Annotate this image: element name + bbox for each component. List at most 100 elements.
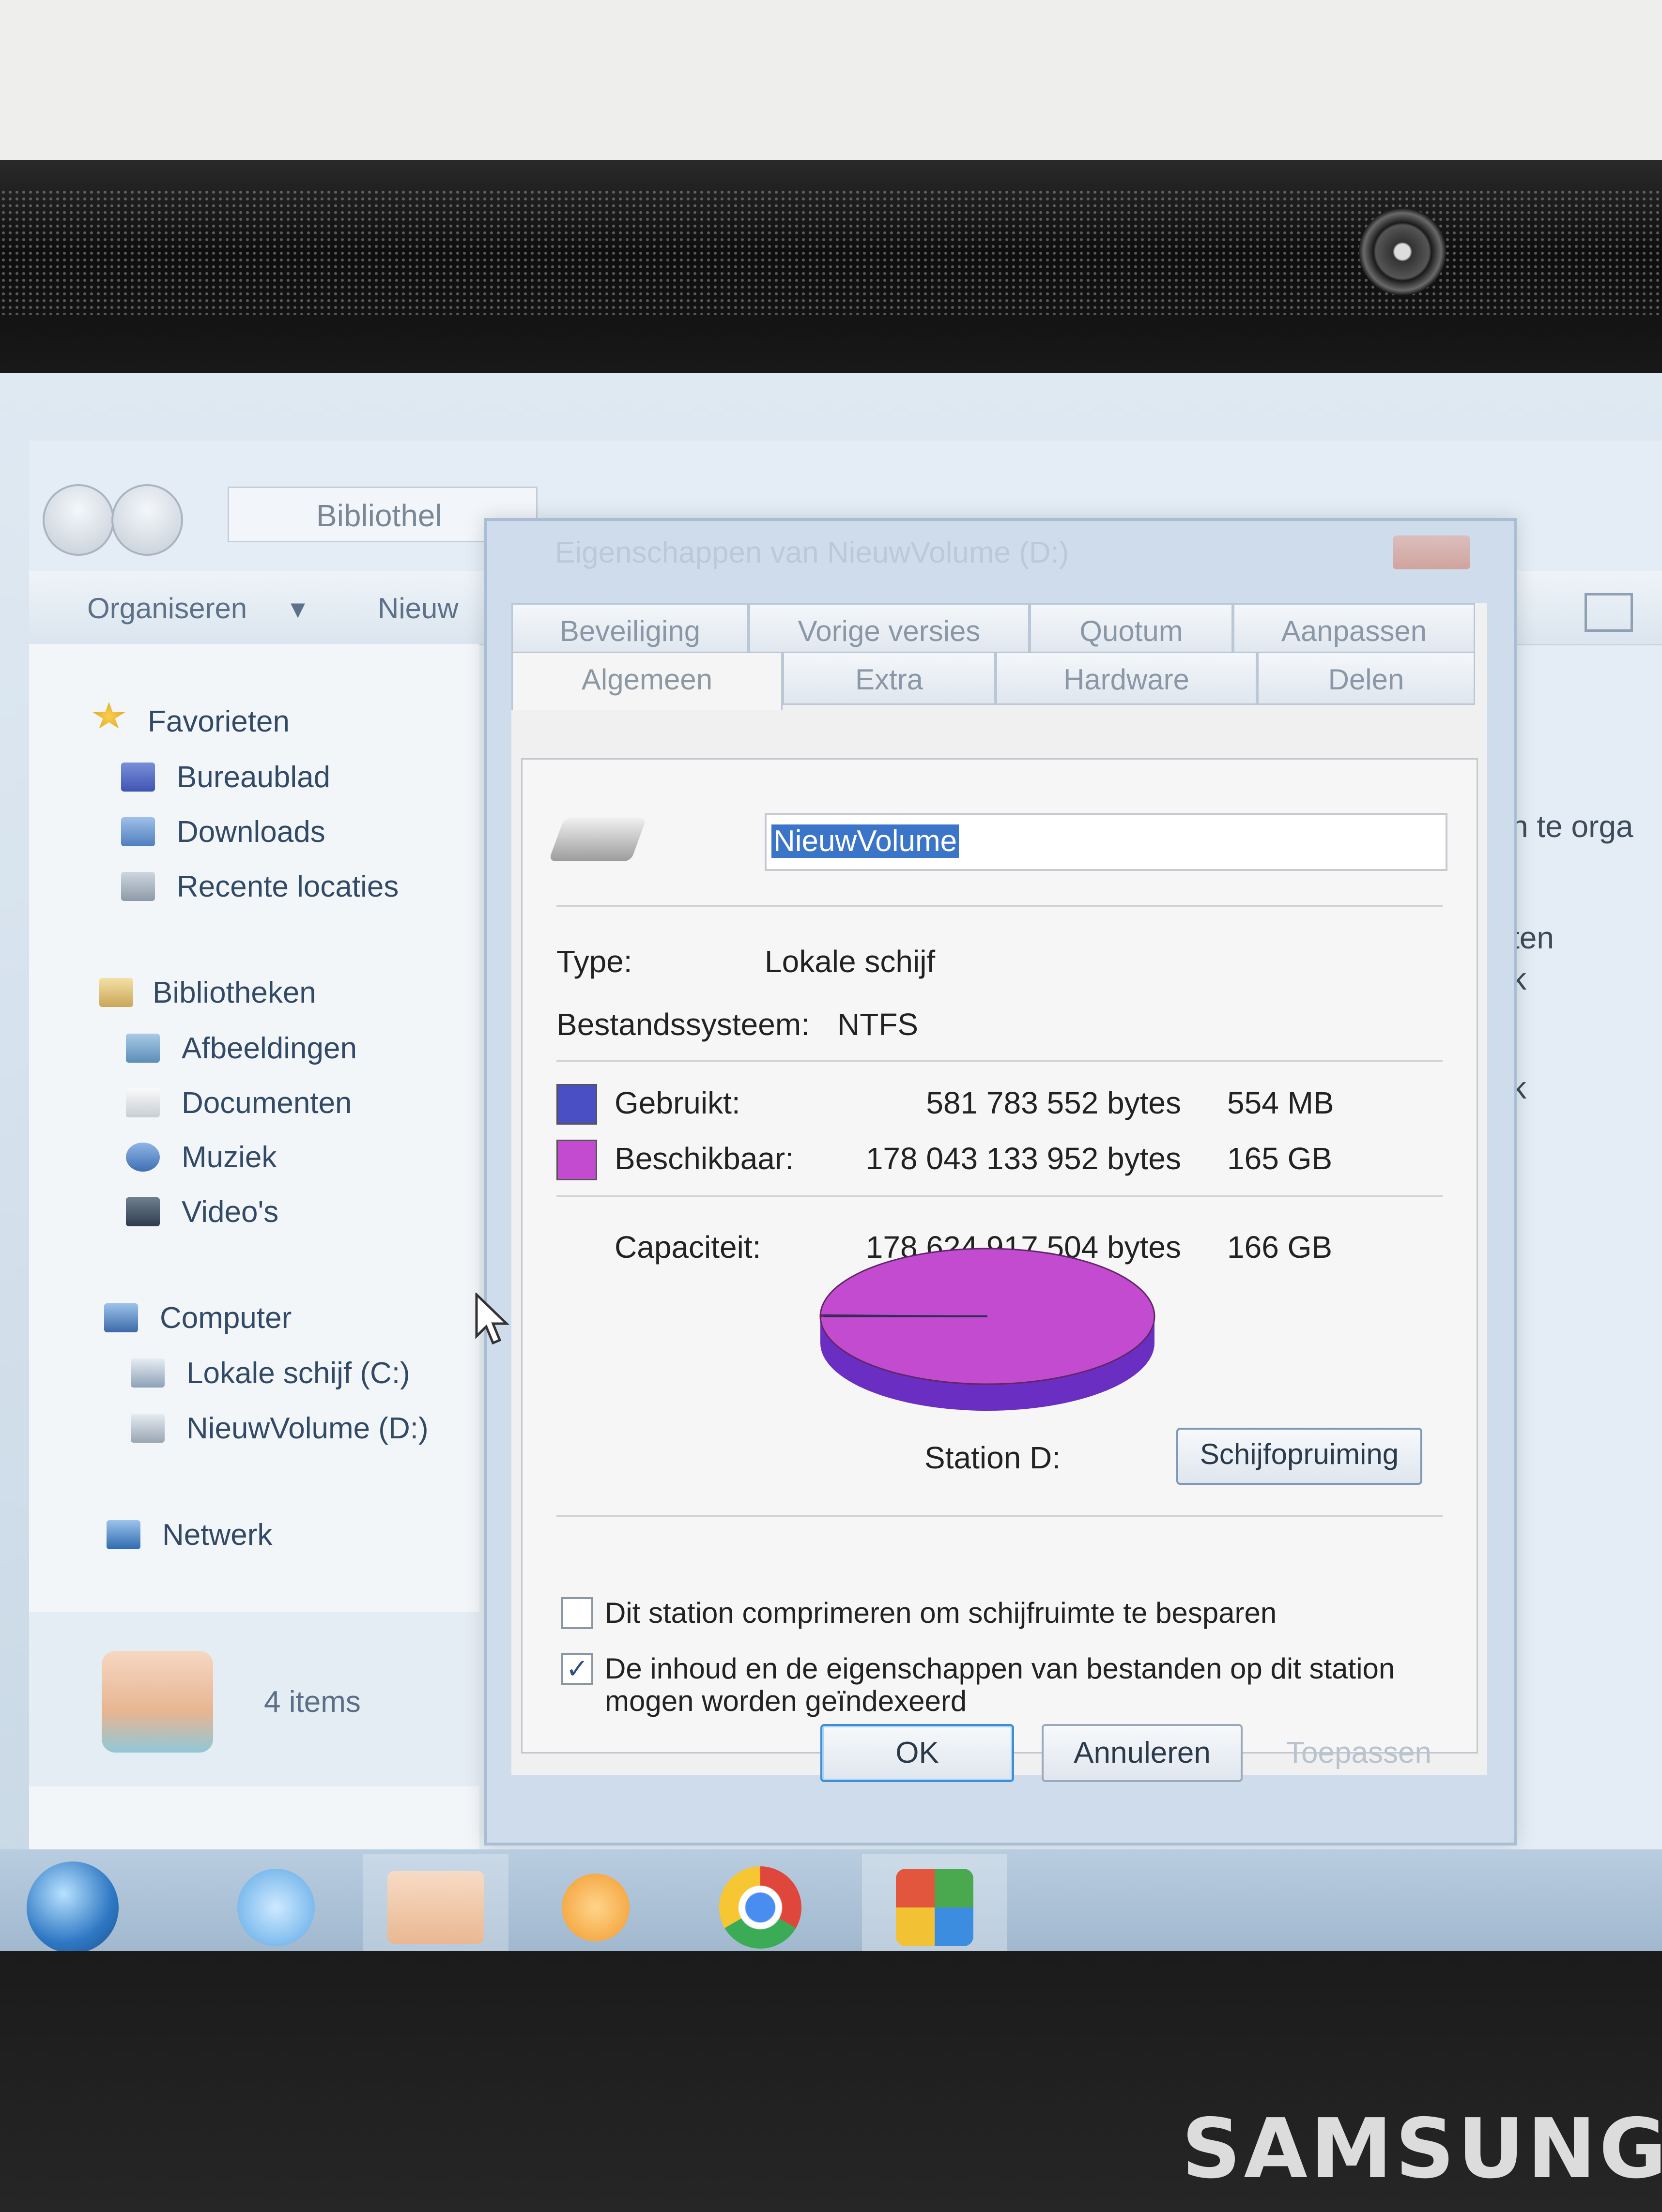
- screen: Bibliothel Organiseren ▾ Nieuw Favoriete…: [0, 373, 1662, 1966]
- index-label-line-2: mogen worden geïndexeerd: [605, 1685, 967, 1717]
- content-text-fragment: ten: [1511, 920, 1554, 955]
- index-label-line-1: De inhoud en de eigenschappen van bestan…: [605, 1652, 1395, 1685]
- details-pane: 4 items: [29, 1612, 479, 1786]
- tab-quota[interactable]: Quotum: [1030, 603, 1233, 656]
- new-folder-button[interactable]: Nieuw: [378, 592, 459, 625]
- free-label: Beschikbaar:: [615, 1141, 794, 1176]
- downloads-icon: [121, 817, 155, 846]
- compress-label: Dit station comprimeren om schijfruimte …: [605, 1597, 1277, 1629]
- filesystem-label: Bestandssysteem:: [556, 1007, 810, 1042]
- used-color-swatch: [556, 1084, 597, 1125]
- free-bytes: 178 043 133 952 bytes: [865, 1141, 1181, 1176]
- recent-places-icon: [121, 872, 155, 901]
- library-folder-icon: [102, 1651, 213, 1753]
- apply-button[interactable]: Toepassen: [1262, 1724, 1456, 1782]
- tab-sharing[interactable]: Delen: [1257, 652, 1475, 705]
- back-button[interactable]: [43, 484, 114, 556]
- documents-icon: [126, 1088, 160, 1117]
- tab-security[interactable]: Beveiliging: [511, 603, 749, 656]
- taskbar-chrome[interactable]: [688, 1854, 833, 1961]
- volume-icon: [131, 1414, 165, 1443]
- nav-item-music[interactable]: Muziek: [182, 1140, 277, 1175]
- type-value: Lokale schijf: [765, 944, 936, 979]
- organize-menu[interactable]: Organiseren: [87, 592, 247, 625]
- type-label: Type:: [556, 944, 632, 979]
- computer-icon: [104, 1303, 138, 1332]
- filesystem-value: NTFS: [837, 1007, 919, 1042]
- webcam: [1359, 208, 1446, 295]
- divider: [556, 905, 1443, 907]
- free-color-swatch: [556, 1140, 597, 1180]
- general-tab-panel: NieuwVolume Type: Lokale schijf Bestands…: [521, 758, 1478, 1754]
- nav-network[interactable]: Netwerk: [162, 1518, 272, 1552]
- cancel-button[interactable]: Annuleren: [1042, 1724, 1243, 1782]
- nav-favorites[interactable]: Favorieten: [148, 704, 290, 739]
- network-icon: [107, 1520, 140, 1549]
- videos-icon: [126, 1197, 160, 1226]
- used-bytes: 581 783 552 bytes: [926, 1085, 1181, 1120]
- local-disk-icon: [131, 1358, 165, 1388]
- close-button[interactable]: [1393, 535, 1470, 569]
- divider: [556, 1060, 1443, 1062]
- divider: [556, 1515, 1443, 1517]
- start-button[interactable]: [19, 1854, 126, 1961]
- libraries-icon: [99, 978, 133, 1007]
- mouse-cursor-icon: [475, 1293, 510, 1345]
- nav-item-desktop[interactable]: Bureaublad: [177, 760, 330, 794]
- folder-icon: [387, 1871, 484, 1944]
- desktop-icon: [121, 763, 155, 792]
- windows-orb-icon: [27, 1861, 119, 1953]
- hard-drive-icon: [548, 818, 647, 861]
- used-size: 554 MB: [1227, 1085, 1334, 1120]
- taskbar: [0, 1849, 1662, 1966]
- pictures-icon: [126, 1034, 160, 1063]
- drive-label: Station D:: [924, 1440, 1061, 1475]
- tab-customize[interactable]: Aanpassen: [1233, 603, 1475, 656]
- dialog-title: Eigenschappen van NieuwVolume (D:): [555, 536, 1069, 569]
- disk-usage-pie-chart: [819, 1248, 1155, 1411]
- nav-item-downloads[interactable]: Downloads: [177, 815, 325, 849]
- nav-buttons: [43, 484, 184, 558]
- nav-item-pictures[interactable]: Afbeeldingen: [182, 1031, 357, 1066]
- nav-item-videos[interactable]: Video's: [182, 1195, 278, 1229]
- internet-explorer-icon: [237, 1869, 315, 1946]
- free-size: 165 GB: [1227, 1141, 1333, 1176]
- brand-logo: SAMSUNG: [1182, 2101, 1662, 2197]
- nav-computer[interactable]: Computer: [160, 1301, 292, 1335]
- volume-name-field[interactable]: NieuwVolume: [765, 813, 1447, 871]
- taskbar-media-player[interactable]: [523, 1854, 668, 1961]
- tab-tools[interactable]: Extra: [783, 652, 996, 705]
- nav-item-recent[interactable]: Recente locaties: [177, 870, 399, 904]
- ok-button[interactable]: OK: [820, 1724, 1014, 1782]
- chrome-icon: [719, 1866, 801, 1949]
- taskbar-control-panel[interactable]: [862, 1854, 1007, 1961]
- index-checkbox[interactable]: ✓: [561, 1653, 593, 1685]
- nav-item-documents[interactable]: Documenten: [182, 1086, 352, 1120]
- taskbar-explorer[interactable]: [363, 1854, 508, 1961]
- windows-flag-icon: [896, 1869, 973, 1946]
- used-label: Gebruikt:: [615, 1085, 740, 1120]
- forward-button[interactable]: [111, 484, 184, 556]
- media-player-icon: [562, 1874, 630, 1941]
- volume-name-text: NieuwVolume: [771, 824, 959, 858]
- dialog-body: Beveiliging Vorige versies Quotum Aanpas…: [511, 603, 1487, 1775]
- nav-item-drive-c[interactable]: Lokale schijf (C:): [186, 1356, 410, 1390]
- tab-hardware[interactable]: Hardware: [996, 652, 1257, 705]
- tab-previous-versions[interactable]: Vorige versies: [749, 603, 1030, 656]
- disk-cleanup-button[interactable]: Schijfopruiming: [1176, 1428, 1422, 1485]
- chevron-down-icon: ▾: [291, 592, 306, 625]
- taskbar-internet-explorer[interactable]: [203, 1854, 349, 1961]
- star-icon: [92, 702, 125, 729]
- capacity-size: 166 GB: [1227, 1230, 1333, 1265]
- tab-general[interactable]: Algemeen: [511, 652, 783, 710]
- compress-checkbox[interactable]: [561, 1597, 593, 1629]
- address-text: Bibliothel: [316, 498, 442, 533]
- view-options-icon[interactable]: [1585, 593, 1633, 632]
- divider: [556, 1195, 1443, 1197]
- music-icon: [126, 1143, 160, 1172]
- nav-libraries[interactable]: Bibliotheken: [153, 976, 316, 1010]
- item-count: 4 items: [264, 1685, 361, 1719]
- capacity-label: Capaciteit:: [615, 1230, 761, 1265]
- nav-item-drive-d[interactable]: NieuwVolume (D:): [186, 1411, 429, 1446]
- content-text-fragment: n te orga: [1511, 809, 1633, 844]
